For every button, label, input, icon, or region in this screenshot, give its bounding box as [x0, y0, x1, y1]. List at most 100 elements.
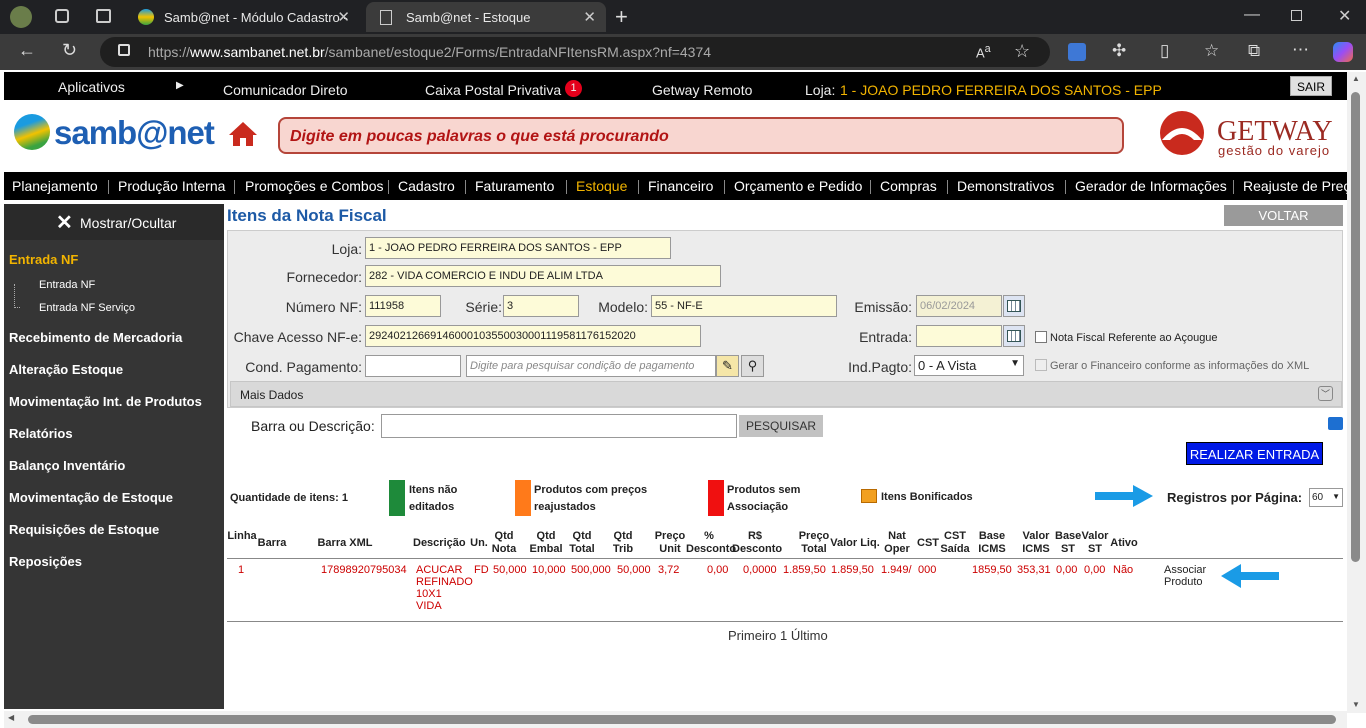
- cell-descricao: ACUCAR REFINADO 10X1 VIDA: [416, 564, 473, 612]
- mais-dados-bar[interactable]: Mais Dados ﹀: [230, 381, 1342, 407]
- horizontal-scrollbar[interactable]: ◀: [4, 711, 1347, 728]
- menu-cadastro[interactable]: Cadastro: [398, 178, 455, 194]
- split-screen-icon[interactable]: ▯: [1160, 41, 1169, 61]
- global-search-input[interactable]: Digite em poucas palavras o que está pro…: [278, 117, 1124, 154]
- sidebar-item-movimentacao[interactable]: Movimentação de Estoque: [9, 490, 173, 505]
- col-valor-icms: Valor ICMS: [1022, 530, 1050, 555]
- close-window-icon[interactable]: ✕: [1338, 6, 1351, 26]
- menu-financeiro[interactable]: Financeiro: [648, 178, 713, 194]
- reload-icon[interactable]: ↻: [62, 40, 77, 61]
- workspaces-icon[interactable]: [55, 9, 69, 23]
- sidebar-item-reposicoes[interactable]: Reposições: [9, 554, 82, 569]
- sidebar-item-movimentacao-int[interactable]: Movimentação Int. de Produtos: [9, 394, 202, 409]
- numero-nf-field[interactable]: 111958: [365, 295, 441, 317]
- tab-cadastro[interactable]: Samb@net - Módulo Cadastro - ✕: [128, 2, 360, 32]
- barra-input[interactable]: [381, 414, 737, 438]
- sidebar-item-relatorios[interactable]: Relatórios: [9, 426, 73, 441]
- menu-estoque[interactable]: Estoque: [576, 178, 627, 194]
- new-tab-icon[interactable]: +: [615, 4, 628, 30]
- menu-reajuste[interactable]: Reajuste de Preço: [1243, 178, 1347, 194]
- close-tab-icon[interactable]: ✕: [583, 8, 596, 26]
- menu-orcamento[interactable]: Orçamento e Pedido: [734, 178, 862, 194]
- more-options-icon[interactable]: ⋯: [1292, 40, 1309, 60]
- menu-producao[interactable]: Produção Interna: [118, 178, 225, 194]
- copilot-icon[interactable]: [1333, 42, 1353, 62]
- mail-link[interactable]: Caixa Postal Privativa: [425, 82, 561, 98]
- back-button[interactable]: VOLTAR: [1224, 205, 1343, 226]
- translate-icon[interactable]: [1068, 43, 1086, 61]
- cond-code-field[interactable]: [365, 355, 461, 377]
- fornecedor-field[interactable]: 282 - VIDA COMERCIO E INDU DE ALIM LTDA: [365, 265, 721, 287]
- financeiro-checkbox[interactable]: [1035, 359, 1047, 371]
- sidebar-item-alteracao[interactable]: Alteração Estoque: [9, 362, 123, 377]
- chave-field[interactable]: 2924021266914600010355003000111958117615…: [365, 325, 701, 347]
- sidebar-item-recebimento[interactable]: Recebimento de Mercadoria: [9, 330, 182, 345]
- sidebar-sub-entrada-nf-servico[interactable]: Entrada NF Serviço: [39, 302, 135, 314]
- menu-faturamento[interactable]: Faturamento: [475, 178, 554, 194]
- tree-line: [14, 284, 20, 308]
- remote-link[interactable]: Getway Remoto: [652, 82, 752, 98]
- emissao-field[interactable]: 06/02/2024: [916, 295, 1002, 317]
- sidebar-toggle[interactable]: ✕ Mostrar/Ocultar: [4, 204, 224, 240]
- menu-gerador[interactable]: Gerador de Informações: [1075, 178, 1227, 194]
- close-tab-icon[interactable]: ✕: [337, 8, 350, 26]
- acougue-checkbox[interactable]: [1035, 331, 1047, 343]
- sidebar-section-entrada-nf[interactable]: Entrada NF: [9, 252, 78, 267]
- vertical-scrollbar[interactable]: ▲ ▼: [1347, 72, 1366, 713]
- apps-menu[interactable]: Aplicativos: [58, 79, 125, 95]
- extensions-icon[interactable]: ✣: [1112, 41, 1126, 61]
- tab-estoque[interactable]: Samb@net - Estoque ✕: [366, 2, 606, 32]
- menu-compras[interactable]: Compras: [880, 178, 937, 194]
- clear-icon[interactable]: ✎: [716, 355, 739, 377]
- calendar-icon[interactable]: [1003, 295, 1025, 317]
- cond-search-input[interactable]: Digite para pesquisar condição de pagame…: [466, 355, 716, 377]
- per-page-select[interactable]: 60 ▼: [1309, 488, 1343, 507]
- search-icon[interactable]: ⚲: [741, 355, 764, 377]
- sidebar-item-requisicoes[interactable]: Requisições de Estoque: [9, 522, 159, 537]
- read-aloud-icon[interactable]: Aa: [976, 43, 991, 60]
- chevron-down-icon[interactable]: ﹀: [1318, 386, 1333, 401]
- profile-avatar[interactable]: [10, 6, 32, 28]
- cell-valor-liq: 1.859,50: [831, 564, 874, 576]
- col-rs-desconto: R$ Desconto: [732, 530, 783, 555]
- back-icon[interactable]: ←: [18, 40, 36, 61]
- home-icon[interactable]: [228, 120, 258, 148]
- barra-label: Barra ou Descrição:: [251, 418, 375, 434]
- associar-produto-link[interactable]: Associar Produto: [1164, 564, 1214, 588]
- cell-qtd-embal: 10,000: [532, 564, 566, 576]
- collections-icon[interactable]: ⧉: [1248, 41, 1260, 61]
- logout-button[interactable]: SAIR: [1290, 76, 1332, 96]
- per-page-label: Registros por Página:: [1167, 490, 1303, 505]
- pagination[interactable]: Primeiro 1 Último: [728, 628, 828, 643]
- col-qtd-nota: Qtd Nota: [491, 530, 517, 555]
- loja-field[interactable]: 1 - JOAO PEDRO FERREIRA DOS SANTOS - EPP: [365, 237, 671, 259]
- url-field[interactable]: https://www.sambanet.net.br/sambanet/est…: [100, 37, 1050, 67]
- apps-arrow-icon[interactable]: ▶: [176, 80, 184, 91]
- restore-icon[interactable]: [1291, 10, 1302, 21]
- indpag-select[interactable]: 0 - A Vista ▼: [914, 355, 1024, 376]
- sidebar-sub-entrada-nf[interactable]: Entrada NF: [39, 279, 95, 291]
- vertical-tabs-icon[interactable]: [96, 9, 111, 23]
- pesquisar-button[interactable]: PESQUISAR: [739, 415, 823, 437]
- menu-planejamento[interactable]: Planejamento: [12, 178, 98, 194]
- page-favicon-icon: [380, 9, 392, 25]
- calendar-icon[interactable]: [1003, 325, 1025, 347]
- modelo-field[interactable]: 55 - NF-E: [651, 295, 837, 317]
- col-valor-liq: Valor Liq.: [830, 537, 880, 549]
- menu-demonstrativos[interactable]: Demonstrativos: [957, 178, 1054, 194]
- sidebar-item-balanco[interactable]: Balanço Inventário: [9, 458, 125, 473]
- serie-field[interactable]: 3: [503, 295, 579, 317]
- entrada-field[interactable]: [916, 325, 1002, 347]
- col-cst: CST: [917, 537, 939, 549]
- cell-valor-st: 0,00: [1084, 564, 1106, 576]
- cell-base-st: 0,00: [1056, 564, 1078, 576]
- video-help-icon[interactable]: [1328, 417, 1343, 430]
- favorites-icon[interactable]: ☆: [1204, 41, 1219, 61]
- realizar-entrada-button[interactable]: REALIZAR ENTRADA: [1186, 442, 1323, 465]
- favorite-star-icon[interactable]: ☆: [1014, 41, 1030, 62]
- menu-promocoes[interactable]: Promoções e Combos: [245, 178, 384, 194]
- col-nat-oper: Nat Oper: [884, 530, 910, 555]
- legend-swatch-red: [708, 480, 724, 516]
- minimize-icon[interactable]: —: [1244, 6, 1260, 24]
- comm-link[interactable]: Comunicador Direto: [223, 82, 348, 98]
